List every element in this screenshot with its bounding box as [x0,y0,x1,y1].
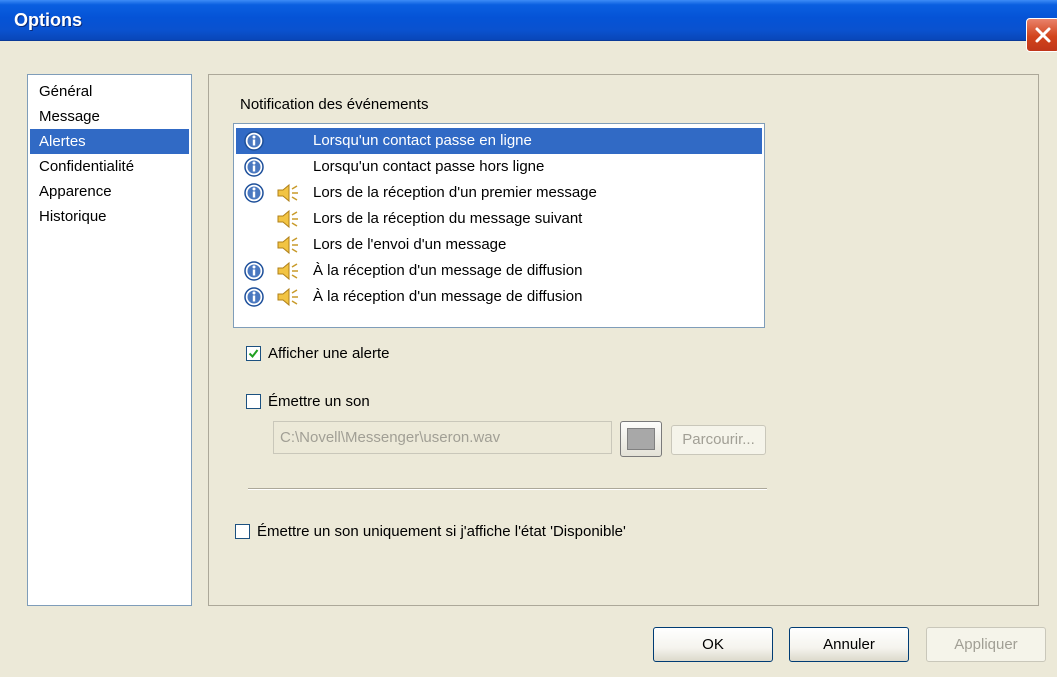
event-row[interactable]: Lorsqu'un contact passe en ligne [236,128,762,154]
available-only-label[interactable]: Émettre un son uniquement si j'affiche l… [257,523,626,540]
browse-button[interactable]: Parcourir... [671,425,766,455]
event-row[interactable]: À la réception d'un message de diffusion [236,258,762,284]
info-icon [244,183,264,203]
event-label: Lorsqu'un contact passe hors ligne [313,158,545,175]
speaker-icon [277,287,298,307]
event-row[interactable]: Lors de la réception du message suivant [236,206,762,232]
nav-item-alertes[interactable]: Alertes [30,129,189,154]
separator [248,488,767,490]
available-only-checkbox[interactable] [235,524,250,539]
event-label: À la réception d'un message de diffusion [313,262,583,279]
close-button[interactable] [1026,18,1057,52]
info-icon [244,157,264,177]
notifications-label: Notification des événements [240,96,429,113]
speaker-icon [277,235,298,255]
event-label: Lorsqu'un contact passe en ligne [313,132,532,149]
show-alert-checkbox[interactable] [246,346,261,361]
event-row[interactable]: Lors de l'envoi d'un message [236,232,762,258]
close-icon [1035,27,1051,43]
event-label: Lors de l'envoi d'un message [313,236,507,253]
category-list[interactable]: Général Message Alertes Confidentialité … [27,74,192,606]
speaker-icon [277,261,298,281]
events-list[interactable]: Lorsqu'un contact passe en ligne Lorsqu'… [233,123,765,328]
cancel-button[interactable]: Annuler [789,627,909,662]
nav-item-confidentialite[interactable]: Confidentialité [30,154,189,179]
play-sound-checkbox[interactable] [246,394,261,409]
play-sound-label[interactable]: Émettre un son [268,393,370,410]
sound-file-field[interactable]: C:\Novell\Messenger\useron.wav [273,421,612,454]
title-bar[interactable]: Options [0,0,1057,52]
event-row[interactable]: À la réception d'un message de diffusion [236,284,762,310]
checkmark-icon [248,349,259,359]
info-icon [244,261,264,281]
nav-item-apparence[interactable]: Apparence [30,179,189,204]
event-label: À la réception d'un message de diffusion [313,288,583,305]
event-row[interactable]: Lorsqu'un contact passe hors ligne [236,154,762,180]
info-icon [244,131,264,151]
sound-preview-button[interactable] [620,421,662,457]
nav-item-general[interactable]: Général [30,79,189,104]
ok-button[interactable]: OK [653,627,773,662]
window-title: Options [14,10,82,30]
event-row[interactable]: Lors de la réception d'un premier messag… [236,180,762,206]
info-icon [244,287,264,307]
speaker-icon [277,183,298,203]
event-label: Lors de la réception d'un premier messag… [313,184,597,201]
sound-swatch [627,428,655,450]
nav-item-message[interactable]: Message [30,104,189,129]
show-alert-label[interactable]: Afficher une alerte [268,345,389,362]
apply-button[interactable]: Appliquer [926,627,1046,662]
speaker-icon [277,209,298,229]
nav-item-historique[interactable]: Historique [30,204,189,229]
event-label: Lors de la réception du message suivant [313,210,583,227]
